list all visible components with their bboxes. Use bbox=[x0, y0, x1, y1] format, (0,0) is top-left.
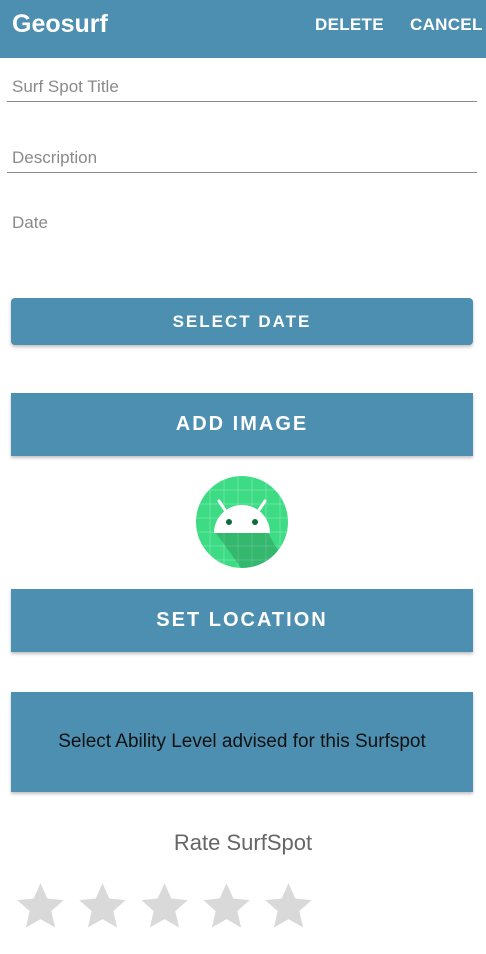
star-icon[interactable] bbox=[262, 880, 315, 933]
description-input[interactable] bbox=[7, 143, 477, 173]
delete-button[interactable]: DELETE bbox=[315, 15, 384, 35]
app-bar: Geosurf DELETE CANCEL bbox=[0, 0, 486, 58]
rating-bar[interactable] bbox=[14, 880, 315, 933]
surf-spot-title-input[interactable] bbox=[7, 72, 477, 102]
rate-surfspot-label: Rate SurfSpot bbox=[173, 830, 313, 855]
star-icon[interactable] bbox=[138, 880, 191, 933]
add-image-button[interactable]: ADD IMAGE bbox=[11, 393, 473, 456]
star-icon[interactable] bbox=[200, 880, 253, 933]
ability-level-selector[interactable]: Select Ability Level advised for this Su… bbox=[11, 692, 473, 792]
cancel-button[interactable]: CANCEL bbox=[410, 15, 483, 35]
set-location-button[interactable]: SET LOCATION bbox=[11, 589, 473, 652]
star-icon[interactable] bbox=[76, 880, 129, 933]
android-icon bbox=[196, 476, 288, 568]
date-label: Date bbox=[12, 213, 48, 232]
select-date-button[interactable]: SELECT DATE bbox=[11, 298, 473, 345]
app-title: Geosurf bbox=[12, 10, 108, 38]
star-icon[interactable] bbox=[14, 880, 67, 933]
